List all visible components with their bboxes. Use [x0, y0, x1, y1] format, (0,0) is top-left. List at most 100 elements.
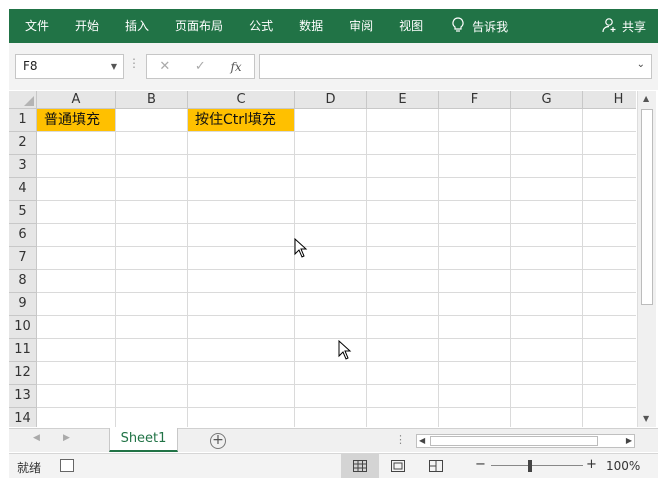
normal-view-button[interactable] [341, 454, 379, 478]
cell-g14[interactable] [511, 408, 583, 427]
cell-g11[interactable] [511, 339, 583, 362]
cell-c7[interactable] [188, 247, 295, 270]
cell-b10[interactable] [116, 316, 188, 339]
cell-h14[interactable] [583, 408, 636, 427]
cell-c6[interactable] [188, 224, 295, 247]
cell-g9[interactable] [511, 293, 583, 316]
cell-e13[interactable] [367, 385, 439, 408]
horizontal-scroll-thumb[interactable] [430, 436, 598, 446]
cell-a3[interactable] [37, 155, 116, 178]
column-header-b[interactable]: B [116, 91, 188, 109]
cell-c4[interactable] [188, 178, 295, 201]
cell-a1[interactable]: 普通填充 [37, 109, 116, 132]
select-all-button[interactable] [9, 91, 37, 109]
page-layout-view-button[interactable] [379, 454, 417, 478]
tab-data[interactable]: 数据 [286, 9, 336, 43]
cell-c1[interactable]: 按住Ctrl填充 [188, 109, 295, 132]
cell-g4[interactable] [511, 178, 583, 201]
cell-e5[interactable] [367, 201, 439, 224]
cell-g3[interactable] [511, 155, 583, 178]
zoom-out-button[interactable]: − [475, 457, 486, 472]
cell-d5[interactable] [295, 201, 367, 224]
cell-f8[interactable] [439, 270, 511, 293]
cell-e9[interactable] [367, 293, 439, 316]
column-header-f[interactable]: F [439, 91, 511, 109]
cell-f1[interactable] [439, 109, 511, 132]
zoom-slider[interactable] [491, 465, 583, 466]
cell-h7[interactable] [583, 247, 636, 270]
cell-f3[interactable] [439, 155, 511, 178]
cell-b2[interactable] [116, 132, 188, 155]
cell-d11[interactable] [295, 339, 367, 362]
tell-me-box[interactable]: 告诉我 [452, 16, 508, 36]
column-header-h[interactable]: H [583, 91, 636, 109]
zoom-level[interactable]: 100% [606, 459, 640, 473]
cell-e7[interactable] [367, 247, 439, 270]
share-button[interactable]: 共享 [602, 9, 646, 43]
cell-e2[interactable] [367, 132, 439, 155]
cell-d12[interactable] [295, 362, 367, 385]
cell-a10[interactable] [37, 316, 116, 339]
cell-c5[interactable] [188, 201, 295, 224]
cell-c2[interactable] [188, 132, 295, 155]
tab-review[interactable]: 审阅 [336, 9, 386, 43]
scroll-up-icon[interactable]: ▲ [643, 94, 649, 103]
cell-g2[interactable] [511, 132, 583, 155]
cell-f14[interactable] [439, 408, 511, 427]
cell-b7[interactable] [116, 247, 188, 270]
cell-a5[interactable] [37, 201, 116, 224]
column-header-a[interactable]: A [37, 91, 116, 109]
insert-function-button[interactable]: fx [230, 60, 241, 74]
macro-record-icon[interactable] [60, 459, 74, 472]
cell-d2[interactable] [295, 132, 367, 155]
name-box[interactable]: F8 ▼ [15, 54, 124, 79]
cell-h10[interactable] [583, 316, 636, 339]
row-header-12[interactable]: 12 [9, 362, 37, 385]
cell-b1[interactable] [116, 109, 188, 132]
cell-b14[interactable] [116, 408, 188, 427]
cell-b5[interactable] [116, 201, 188, 224]
row-header-2[interactable]: 2 [9, 132, 37, 155]
row-header-3[interactable]: 3 [9, 155, 37, 178]
sheet-nav-next-icon[interactable]: ▶ [63, 433, 70, 443]
tab-split-grip-icon[interactable]: ⋮ [395, 433, 406, 446]
cell-f2[interactable] [439, 132, 511, 155]
cell-a6[interactable] [37, 224, 116, 247]
cell-d3[interactable] [295, 155, 367, 178]
cell-d9[interactable] [295, 293, 367, 316]
tab-insert[interactable]: 插入 [112, 9, 162, 43]
cell-a4[interactable] [37, 178, 116, 201]
row-header-11[interactable]: 11 [9, 339, 37, 362]
expand-formula-bar-icon[interactable]: ⌄ [637, 59, 645, 70]
row-header-9[interactable]: 9 [9, 293, 37, 316]
cell-c12[interactable] [188, 362, 295, 385]
row-header-7[interactable]: 7 [9, 247, 37, 270]
row-header-6[interactable]: 6 [9, 224, 37, 247]
cancel-icon[interactable]: ✕ [159, 59, 170, 74]
cell-b4[interactable] [116, 178, 188, 201]
cell-h12[interactable] [583, 362, 636, 385]
cell-h9[interactable] [583, 293, 636, 316]
cell-d8[interactable] [295, 270, 367, 293]
cell-f6[interactable] [439, 224, 511, 247]
cell-c14[interactable] [188, 408, 295, 427]
cell-c13[interactable] [188, 385, 295, 408]
row-header-5[interactable]: 5 [9, 201, 37, 224]
cell-e12[interactable] [367, 362, 439, 385]
vertical-scrollbar[interactable]: ▲ ▼ [637, 91, 656, 427]
tab-formulas[interactable]: 公式 [236, 9, 286, 43]
cell-b8[interactable] [116, 270, 188, 293]
cell-e4[interactable] [367, 178, 439, 201]
zoom-in-button[interactable]: + [586, 457, 597, 472]
cell-e6[interactable] [367, 224, 439, 247]
scroll-down-icon[interactable]: ▼ [643, 414, 649, 423]
cell-f7[interactable] [439, 247, 511, 270]
cell-h8[interactable] [583, 270, 636, 293]
cell-g10[interactable] [511, 316, 583, 339]
cell-b12[interactable] [116, 362, 188, 385]
row-header-1[interactable]: 1 [9, 109, 37, 132]
cell-g5[interactable] [511, 201, 583, 224]
cell-h13[interactable] [583, 385, 636, 408]
cell-f13[interactable] [439, 385, 511, 408]
cell-e14[interactable] [367, 408, 439, 427]
